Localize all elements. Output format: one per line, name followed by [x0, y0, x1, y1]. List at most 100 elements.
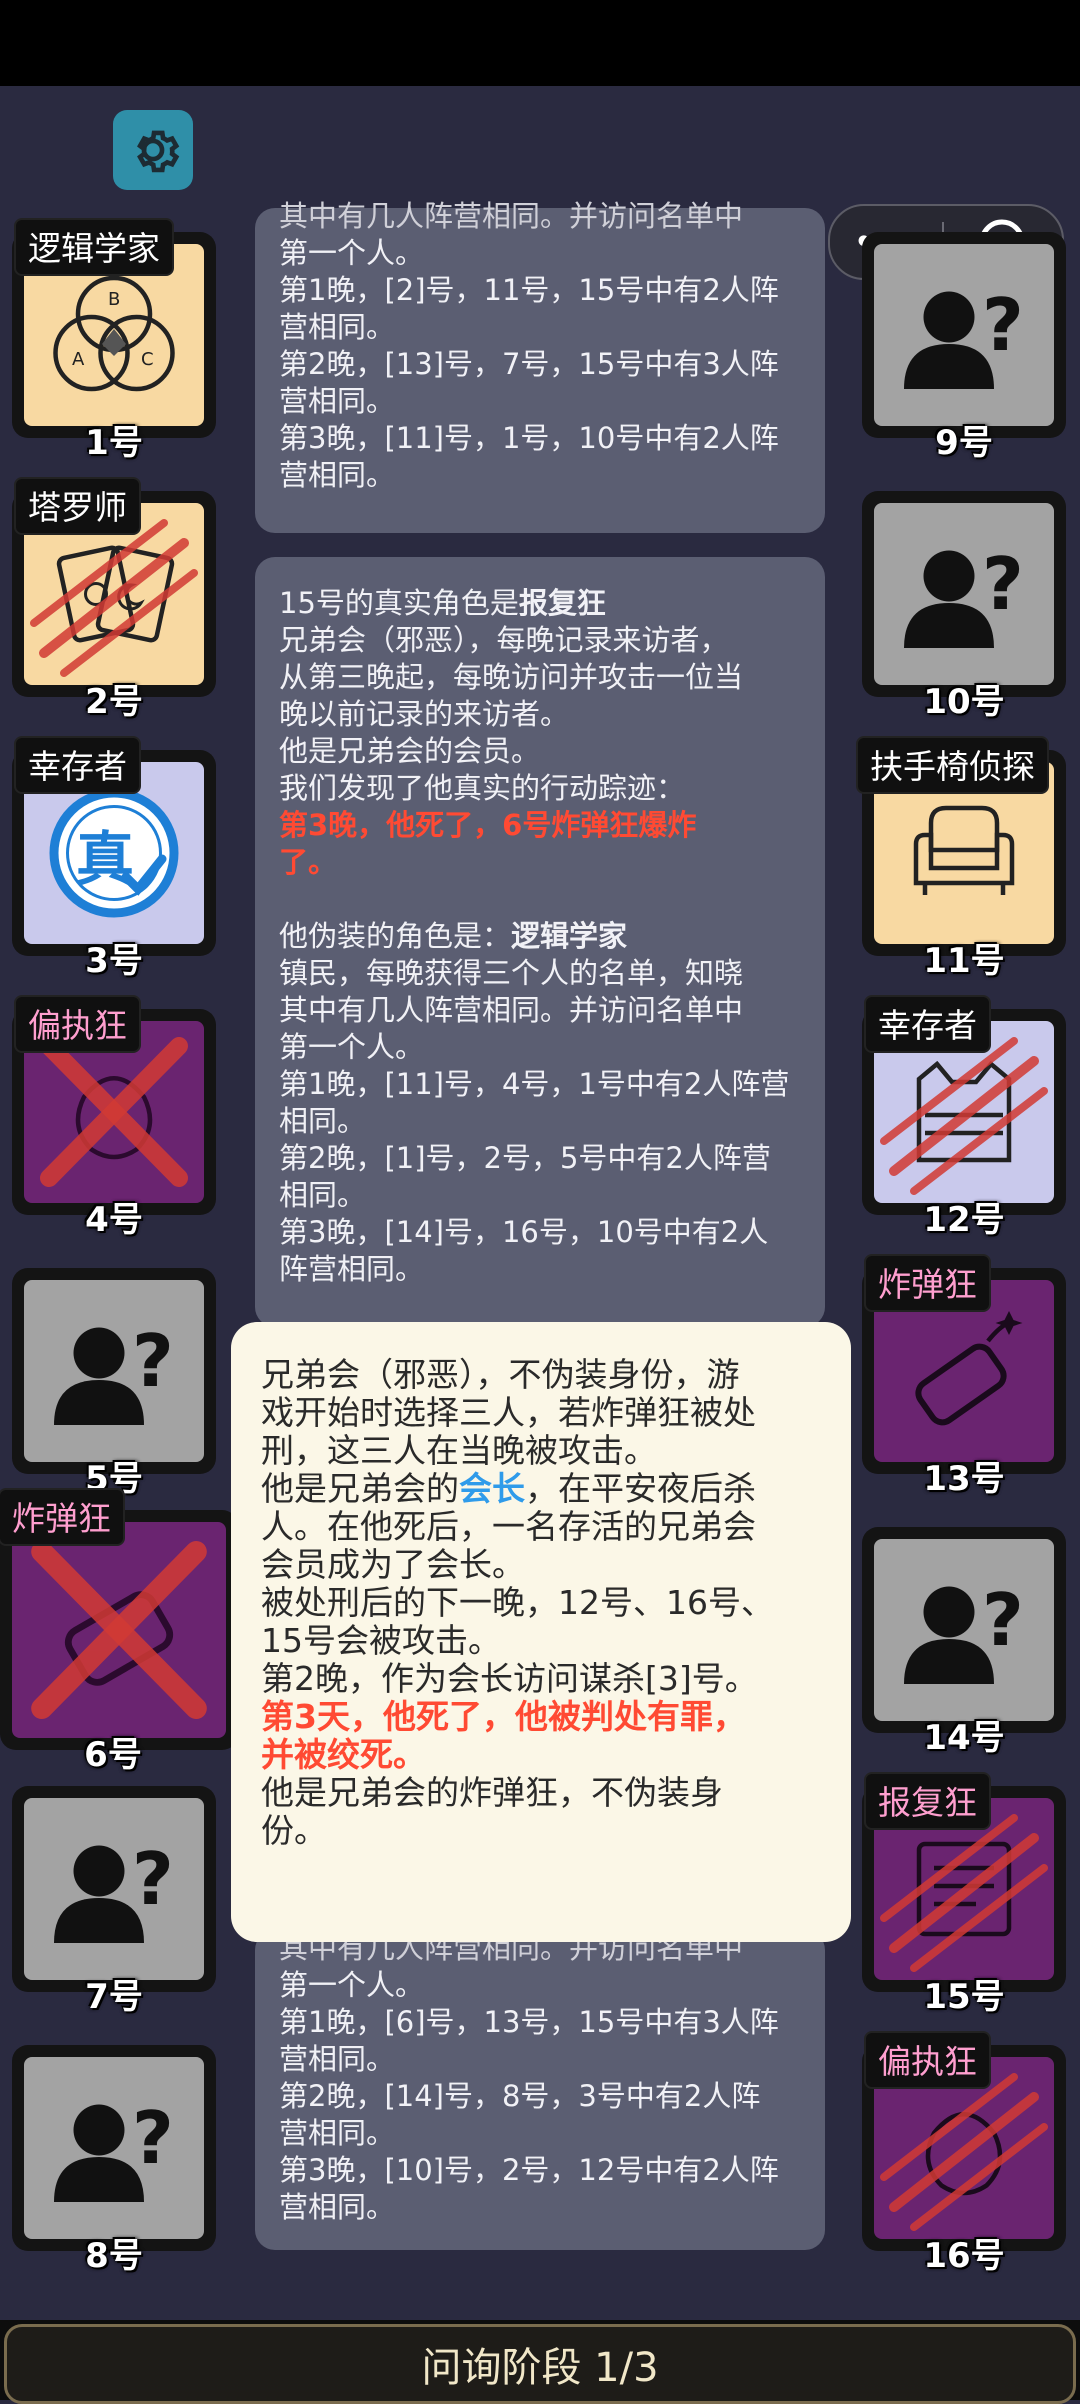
unknown-person-icon: ? [54, 2096, 174, 2202]
log-line: 第一个人。 [279, 1968, 425, 2002]
log-line: 营相同。 [279, 2116, 396, 2150]
log-red-line: 第3晚，他死了，6号炸弹狂爆炸 [279, 808, 697, 842]
role-label: 塔罗师 [14, 477, 141, 535]
popup-line: 人。在他死后，一名存活的兄弟会 [261, 1507, 756, 1546]
player-card-12[interactable]: 幸存者 12号 [862, 995, 1066, 1240]
log-title-role: 报复狂 [518, 586, 606, 620]
card-face: ? [24, 1280, 204, 1462]
bomb-icon [64, 1591, 174, 1686]
unknown-person-icon: ? [904, 283, 1024, 389]
log-line: 兄弟会（邪恶），每晚记录来访者， [279, 623, 729, 657]
settings-button[interactable] [113, 110, 193, 190]
popup-line: 兄弟会（邪恶），不伪装身份，游 [261, 1355, 740, 1394]
log-entry-3: 其中有几人阵营相同。并访问名单中 第一个人。 第1晚，[6]号，13号，15号中… [255, 1930, 825, 2250]
card-face: ? [24, 1798, 204, 1980]
popup-highlight: 会长 [459, 1469, 525, 1508]
popup-line: 他是兄弟会的炸弹狂，不伪装身 [261, 1773, 723, 1812]
popup-line: 份。 [261, 1811, 327, 1850]
phase-indicator: 问询阶段 1/3 [4, 2324, 1076, 2404]
unknown-person-icon: ? [54, 1837, 174, 1943]
log-line: 镇民，每晚获得三个人的名单，知晓 [279, 956, 744, 990]
gear-icon [137, 130, 180, 173]
popup-line: 他是兄弟会的会长，在平安夜后杀 [261, 1470, 821, 1508]
svg-text:?: ? [132, 1319, 174, 1403]
popup-line: 第2晚，作为会长访问谋杀[3]号。 [261, 1659, 758, 1698]
log-line: 晚以前记录的来访者。 [279, 697, 570, 731]
player-card-1[interactable]: B A C 逻辑学家 1号 [12, 218, 216, 463]
log-entry-2: 15号的真实角色是报复狂 兄弟会（邪恶），每晚记录来访者， 从第三晚起，每晚访问… [255, 557, 825, 1327]
player-card-9[interactable]: ? 9号 [862, 232, 1066, 463]
svg-text:?: ? [982, 1578, 1024, 1662]
log-line: 营相同。 [279, 2042, 396, 2076]
player-card-7[interactable]: ? 7号 [12, 1786, 216, 2017]
player-number: 11号 [923, 941, 1005, 981]
status-bar [0, 0, 1080, 86]
player-card-11[interactable]: 扶手椅侦探 11号 [856, 736, 1066, 981]
log-line: 第1晚，[11]号，4号，1号中有2人阵营 [279, 1067, 790, 1101]
card-face: ? [874, 503, 1054, 685]
log-fake-role: 逻辑学家 [511, 919, 628, 953]
card-face: ? [874, 1539, 1054, 1721]
player-number: 10号 [923, 682, 1005, 722]
player-number: 6号 [84, 1735, 142, 1775]
player-card-4[interactable]: 偏执狂 4号 [12, 995, 216, 1240]
bomb-icon [915, 1311, 1023, 1426]
log-line: 第2晚，[1]号，2号，5号中有2人阵营 [279, 1141, 771, 1175]
log-line: 营相同。 [279, 2190, 396, 2224]
svg-text:B: B [108, 289, 120, 310]
log-line: 他是兄弟会的会员。 [279, 734, 541, 768]
stamp-text: 真 [76, 825, 135, 893]
player-card-15[interactable]: 报复狂 15号 [862, 1772, 1066, 2017]
role-label: 扶手椅侦探 [856, 736, 1049, 794]
player-number: 8号 [85, 2236, 143, 2276]
player-card-16[interactable]: 偏执狂 16号 [862, 2031, 1066, 2276]
paranoid-icon [75, 1076, 153, 1160]
log-line: 营相同。 [279, 458, 396, 492]
log-line: 第2晚，[14]号，8号，3号中有2人阵 [279, 2079, 761, 2113]
venn-diagram-icon: B A C [53, 275, 175, 392]
log-line: 第3晚，[14]号，16号，10号中有2人 [279, 1215, 769, 1249]
player-card-2[interactable]: 塔罗师 2号 [12, 477, 216, 722]
log-line: 第1晚，[6]号，13号，15号中有3人阵 [279, 2005, 779, 2039]
player-number: 12号 [923, 1200, 1005, 1240]
log-red-line: 了。 [279, 845, 338, 879]
player-card-5[interactable]: ? 5号 [12, 1268, 216, 1499]
popup-line: 会员成为了会长。 [261, 1545, 525, 1584]
player-number: 2号 [85, 682, 143, 722]
role-label: 逻辑学家 [14, 218, 174, 276]
player-card-10[interactable]: ? 10号 [862, 491, 1066, 722]
role-label: 偏执狂 [14, 995, 141, 1053]
log-fake-prefix: 他伪装的角色是： [279, 919, 512, 953]
player-number: 16号 [923, 2236, 1005, 2276]
role-label: 炸弹狂 [0, 1488, 125, 1546]
player-card-13[interactable]: 炸弹狂 13号 [862, 1254, 1066, 1499]
svg-text:?: ? [132, 1837, 174, 1921]
player-number: 9号 [935, 423, 993, 463]
popup-text: 他是兄弟会的 [261, 1469, 459, 1508]
log-line: 第一个人。 [279, 1030, 425, 1064]
log-line: 营相同。 [279, 310, 396, 344]
player-number: 15号 [923, 1977, 1005, 2017]
log-line: 其中有几人阵营相同。并访问名单中 [279, 993, 744, 1027]
unknown-person-icon: ? [904, 542, 1024, 648]
card-face: ? [24, 2057, 204, 2239]
log-fake-title: 他伪装的角色是：逻辑学家 [279, 918, 801, 955]
player-card-6[interactable]: 炸弹狂 6号 [0, 1488, 238, 1775]
log-entry-1: 其中有几人阵营相同。并访问名单中 第一个人。 第1晚，[2]号，11号，15号中… [255, 199, 825, 533]
log-line: 第2晚，[13]号，7号，15号中有3人阵 [279, 347, 779, 381]
log-line: 第1晚，[2]号，11号，15号中有2人阵 [279, 273, 779, 307]
role-label: 幸存者 [14, 736, 141, 794]
log-title: 15号的真实角色是报复狂 [279, 585, 801, 622]
log-line: 从第三晚起，每晚访问并攻击一位当 [279, 660, 744, 694]
unknown-person-icon: ? [54, 1319, 174, 1425]
player-card-3[interactable]: 真 幸存者 3号 [12, 736, 216, 981]
popup-line: 刑，这三人在当晚被攻击。 [261, 1431, 657, 1470]
popup-text: ，在平安夜后杀 [525, 1469, 756, 1508]
player-number: 3号 [85, 941, 143, 981]
player-card-14[interactable]: ? 14号 [862, 1527, 1066, 1758]
paranoid-icon [925, 2112, 1003, 2196]
svg-text:?: ? [982, 542, 1024, 626]
armchair-icon [913, 805, 1015, 895]
player-card-8[interactable]: ? 8号 [12, 2045, 216, 2276]
role-label: 报复狂 [864, 1772, 991, 1830]
